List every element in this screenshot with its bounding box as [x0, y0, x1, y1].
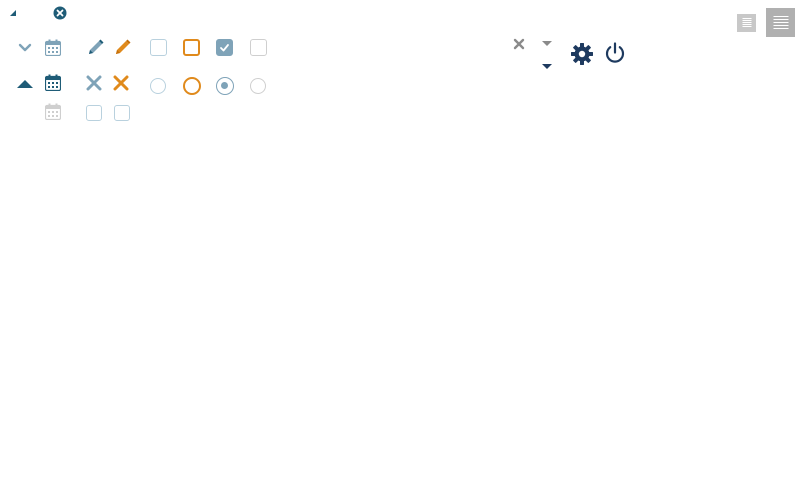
caret-down-icon-dark[interactable]	[541, 63, 553, 70]
collapse-triangle-icon[interactable]	[9, 9, 17, 17]
radio-disabled	[250, 78, 266, 94]
calendar-icon-disabled	[45, 103, 61, 120]
menu-line	[773, 19, 788, 20]
calendar-icon-active[interactable]	[45, 74, 61, 91]
hamburger-menu-small[interactable]	[737, 14, 756, 32]
caret-up-icon[interactable]	[16, 79, 34, 89]
menu-line	[742, 26, 751, 27]
power-icon[interactable]	[603, 41, 627, 65]
gear-icon[interactable]	[570, 42, 594, 66]
menu-line	[742, 18, 751, 19]
close-circle-icon[interactable]	[53, 6, 67, 20]
chevron-down-icon[interactable]	[18, 43, 32, 53]
radio-selected[interactable]	[216, 77, 234, 95]
radio-focus[interactable]	[183, 77, 201, 95]
menu-line	[742, 20, 751, 21]
pencil-icon-accent[interactable]	[113, 38, 132, 57]
caret-down-icon[interactable]	[541, 40, 553, 47]
menu-line	[773, 22, 788, 23]
menu-line	[742, 22, 751, 23]
hamburger-menu-large[interactable]	[766, 8, 795, 37]
checkbox-disabled	[250, 39, 267, 56]
radio-default[interactable]	[150, 78, 166, 94]
checkbox-focus[interactable]	[183, 39, 200, 56]
close-icon[interactable]	[86, 75, 102, 91]
check-icon	[220, 44, 229, 52]
clear-icon[interactable]	[513, 38, 525, 50]
checkbox-default[interactable]	[150, 39, 167, 56]
calendar-icon[interactable]	[45, 39, 61, 56]
menu-line	[742, 24, 751, 25]
checkbox-small-focus[interactable]	[114, 105, 130, 121]
menu-line	[773, 25, 788, 26]
radio-dot	[221, 82, 228, 89]
pencil-icon[interactable]	[86, 38, 105, 57]
menu-line	[773, 16, 788, 17]
checkbox-small[interactable]	[86, 105, 102, 121]
checkbox-checked[interactable]	[216, 39, 233, 56]
close-icon-accent[interactable]	[113, 75, 129, 91]
menu-line	[773, 28, 788, 29]
